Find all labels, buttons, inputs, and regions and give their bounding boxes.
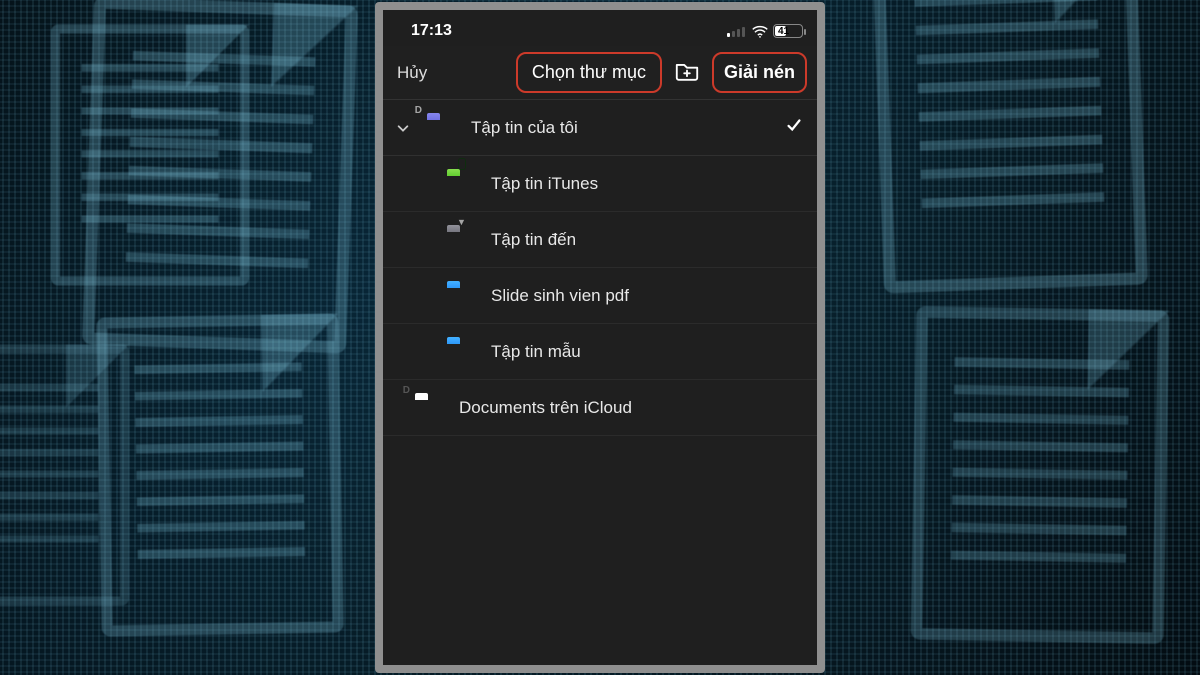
folder-row[interactable]: Tập tin iTunes — [383, 156, 817, 212]
folder-icon — [447, 284, 477, 308]
bg-doc-icon — [82, 0, 358, 354]
folder-row[interactable]: Slide sinh vien pdf — [383, 268, 817, 324]
folder-icon — [447, 172, 477, 196]
folder-label: Tập tin đến — [491, 230, 803, 250]
status-bar: 17:13 41 — [383, 10, 817, 46]
bg-doc-icon — [51, 25, 249, 286]
folder-icon — [447, 340, 477, 364]
bg-doc-icon — [872, 0, 1148, 294]
folder-icon — [415, 396, 445, 420]
folder-list[interactable]: Tập tin của tôi Tập tin iTunes Tập tin đ… — [383, 100, 817, 665]
folder-label: Slide sinh vien pdf — [491, 286, 803, 306]
bg-doc-icon — [96, 313, 344, 636]
status-right: 41 — [727, 24, 803, 38]
checkmark-icon — [785, 116, 803, 139]
cellular-signal-icon — [727, 25, 745, 37]
folder-row-icloud[interactable]: Documents trên iCloud — [383, 380, 817, 436]
bg-doc-icon — [0, 345, 129, 606]
battery-percent: 41 — [778, 26, 789, 37]
nav-header: Hủy Chọn thư mục Giải nén — [383, 46, 817, 100]
wifi-icon — [751, 25, 767, 37]
new-folder-button[interactable] — [670, 56, 704, 90]
folder-row[interactable]: Tập tin mẫu — [383, 324, 817, 380]
folder-icon — [447, 228, 477, 252]
folder-label: Tập tin của tôi — [471, 118, 771, 138]
folder-label: Documents trên iCloud — [459, 398, 803, 418]
folder-label: Tập tin mẫu — [491, 342, 803, 362]
extract-button[interactable]: Giải nén — [712, 52, 807, 93]
folder-label: Tập tin iTunes — [491, 174, 803, 194]
phone-frame: 17:13 41 Hủy Chọn thư mục — [375, 2, 825, 673]
bg-doc-icon — [911, 306, 1170, 644]
status-time: 17:13 — [411, 22, 452, 40]
folder-icon — [427, 116, 457, 140]
page-title: Chọn thư mục — [516, 52, 662, 93]
folder-row[interactable]: Tập tin đến — [383, 212, 817, 268]
battery-icon: 41 — [773, 24, 803, 38]
chevron-down-icon — [393, 121, 413, 135]
cancel-button[interactable]: Hủy — [393, 57, 431, 89]
folder-row-root[interactable]: Tập tin của tôi — [383, 100, 817, 156]
